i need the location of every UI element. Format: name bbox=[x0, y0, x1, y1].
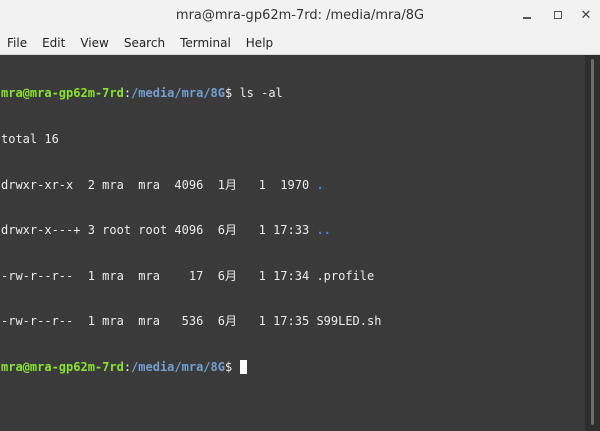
text-cursor[interactable] bbox=[240, 359, 248, 374]
maximize-icon bbox=[554, 11, 562, 19]
prompt-user: mra@mra-gp62m-7rd bbox=[1, 359, 124, 374]
listing-row: drwxr-xr-x 2 mra mra 4096 1月 1 1970 . bbox=[1, 178, 585, 193]
menu-edit[interactable]: Edit bbox=[35, 36, 73, 50]
scrollbar[interactable] bbox=[585, 55, 600, 431]
prompt-separator: : bbox=[123, 359, 132, 374]
listing-row: drwxr-x---+ 3 root root 4096 6月 1 17:33 … bbox=[1, 223, 585, 238]
menu-search[interactable]: Search bbox=[117, 36, 173, 50]
menu-help[interactable]: Help bbox=[239, 36, 281, 50]
listing-name: . bbox=[316, 177, 324, 192]
listing-name: .. bbox=[316, 223, 331, 238]
menu-file[interactable]: File bbox=[0, 36, 35, 50]
prompt-separator: : bbox=[123, 86, 132, 101]
scrollbar-thumb[interactable] bbox=[591, 59, 594, 425]
command-line: mra@mra-gp62m-7rd:/media/mra/8G$ ls -al bbox=[1, 86, 585, 101]
active-prompt-line: mra@mra-gp62m-7rd:/media/mra/8G$ bbox=[1, 359, 585, 375]
prompt-path: /media/mra/8G bbox=[131, 86, 225, 101]
close-icon: ✕ bbox=[580, 7, 592, 23]
listing-name: .profile bbox=[316, 268, 375, 283]
menu-view[interactable]: View bbox=[73, 36, 116, 50]
terminal-output[interactable]: mra@mra-gp62m-7rd:/media/mra/8G$ ls -al … bbox=[0, 55, 585, 431]
terminal-window: mra@mra-gp62m-7rd: /media/mra/8G ✕ File … bbox=[0, 0, 600, 431]
listing-row: -rw-r--r-- 1 mra mra 17 6月 1 17:34 .prof… bbox=[1, 269, 585, 284]
title-bar[interactable]: mra@mra-gp62m-7rd: /media/mra/8G ✕ bbox=[0, 0, 600, 32]
prompt-path: /media/mra/8G bbox=[131, 359, 225, 374]
minimize-button[interactable] bbox=[516, 4, 538, 26]
listing-meta: -rw-r--r-- 1 mra mra 536 6月 1 17:35 bbox=[1, 314, 317, 329]
menu-terminal[interactable]: Terminal bbox=[173, 36, 239, 50]
total-line: total 16 bbox=[1, 132, 59, 146]
maximize-button[interactable] bbox=[547, 4, 569, 26]
prompt-symbol: $ bbox=[224, 359, 240, 374]
command-text: ls -al bbox=[239, 86, 283, 101]
prompt-user: mra@mra-gp62m-7rd bbox=[1, 86, 124, 101]
listing-name: S99LED.sh bbox=[316, 314, 382, 329]
minimize-icon bbox=[523, 17, 531, 19]
window-title: mra@mra-gp62m-7rd: /media/mra/8G bbox=[175, 8, 425, 23]
listing-meta: drwxr-xr-x 2 mra mra 4096 1月 1 1970 bbox=[1, 177, 317, 192]
close-button[interactable]: ✕ bbox=[575, 4, 597, 26]
listing-row: -rw-r--r-- 1 mra mra 536 6月 1 17:35 S99L… bbox=[1, 314, 585, 329]
listing-meta: -rw-r--r-- 1 mra mra 17 6月 1 17:34 bbox=[1, 268, 317, 283]
prompt-symbol: $ bbox=[224, 86, 240, 101]
menu-bar: File Edit View Search Terminal Help bbox=[0, 32, 600, 55]
listing-meta: drwxr-x---+ 3 root root 4096 6月 1 17:33 bbox=[1, 223, 317, 238]
